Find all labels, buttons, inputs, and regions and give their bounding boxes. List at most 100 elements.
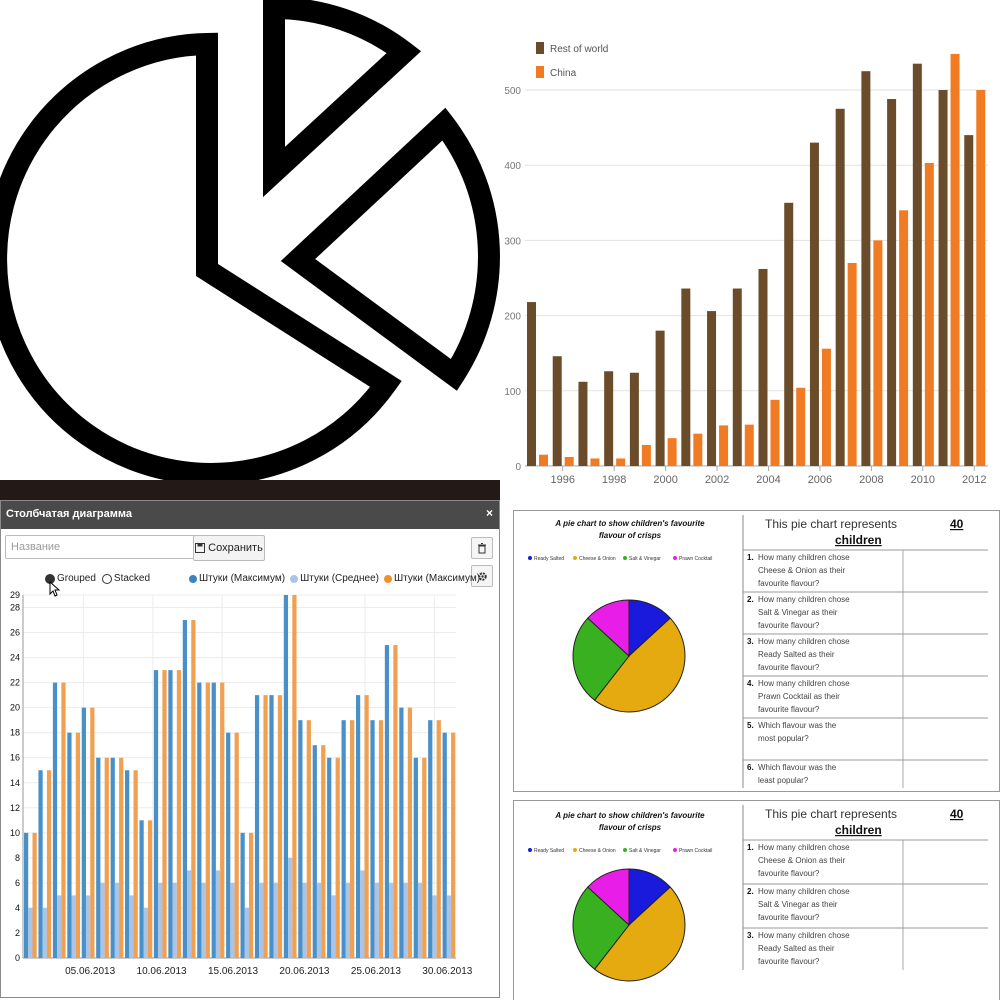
question-number: 1. <box>747 553 754 562</box>
bar-china <box>539 454 548 466</box>
y-tick-label: 29 <box>10 590 20 600</box>
bar-rest-of-world <box>758 268 768 466</box>
bar-china <box>667 438 677 466</box>
pie-legend-swatch <box>623 848 627 852</box>
bar-rest-of-world <box>707 311 717 466</box>
legend-swatch <box>383 574 392 583</box>
close-icon[interactable]: × <box>486 506 493 520</box>
legend-item-max-blue[interactable]: Штуки (Максимум) <box>189 573 285 584</box>
question-text: Prawn Cocktail as their <box>758 692 840 701</box>
bar-max-orange <box>32 832 37 958</box>
x-tick-label: 2000 <box>653 474 677 486</box>
bar-china <box>564 456 574 466</box>
bar-avg <box>288 857 293 958</box>
bar-max-orange <box>46 770 52 958</box>
question-text: Which flavour was the <box>758 721 837 730</box>
bar-avg <box>129 895 134 958</box>
bar-max-blue <box>125 770 130 958</box>
delete-button[interactable] <box>471 537 493 559</box>
bar-avg <box>143 907 148 958</box>
bar-max-orange <box>176 670 182 958</box>
question-text: How many children chose <box>758 843 850 852</box>
question-text: Which flavour was the <box>758 763 837 772</box>
legend-label: Штуки (Максимум) <box>199 573 286 584</box>
bar-rest-of-world <box>578 381 588 466</box>
legend-swatch <box>189 574 197 583</box>
bar-avg <box>331 895 336 958</box>
bar-max-orange <box>436 720 441 958</box>
pie-legend-swatch <box>673 556 677 560</box>
bar-max-blue <box>67 732 72 958</box>
mode-grouped-label: Grouped <box>57 573 96 584</box>
legend-item-avg[interactable]: Штуки (Среднее) <box>290 573 379 584</box>
y-tick-label: 400 <box>504 161 521 172</box>
save-button[interactable]: Сохранить <box>193 535 265 561</box>
bar-max-blue <box>355 695 361 958</box>
worksheet-header-suffix: children <box>835 533 882 547</box>
bar-rest-of-world <box>887 99 897 467</box>
dark-strip <box>0 480 500 500</box>
bar-avg <box>215 870 221 958</box>
question-text: favourite flavour? <box>758 957 820 966</box>
bar-avg <box>172 882 177 958</box>
bar-rest-of-world <box>655 330 665 466</box>
question-text: most popular? <box>758 734 809 743</box>
y-tick-label: 0 <box>15 953 20 963</box>
bar-max-blue <box>428 720 433 958</box>
widget-titlebar[interactable]: Столбчатая диаграмма × <box>1 501 499 529</box>
x-tick-label: 2012 <box>962 474 986 486</box>
save-label: Сохранить <box>208 542 263 554</box>
y-tick-label: 18 <box>10 728 20 738</box>
pie-legend-swatch <box>573 848 577 852</box>
bar-chart-2-svg: 02468101214161820222426282905.06.2013 10.… <box>10 590 473 977</box>
bar-chart-1-svg: 0 100 200 300 400 500 1996 1998 2000 2002 2004 2006… <box>504 42 988 486</box>
bar-avg <box>345 882 351 958</box>
pie-title-line-2: flavour of crisps <box>599 531 662 540</box>
bar-max-blue <box>110 757 115 958</box>
pie-legend-swatch <box>528 848 532 852</box>
bar-max-orange <box>234 732 239 958</box>
mouse-cursor-icon <box>49 581 61 597</box>
bar-max-orange <box>75 732 81 958</box>
x-tick-label: 1998 <box>602 474 626 486</box>
bar-rest-of-world <box>861 71 871 466</box>
bar-avg <box>259 882 264 958</box>
x-tick-label: 2008 <box>859 474 883 486</box>
bar-avg <box>244 907 249 958</box>
question-number: 5. <box>747 721 754 730</box>
bar-china <box>847 262 857 466</box>
bar-max-blue <box>327 757 332 958</box>
widget-panel: Столбчатая диаграмма × Сохранить <box>0 500 500 998</box>
bar-rest-of-world <box>681 288 691 466</box>
y-tick-label: 4 <box>15 903 20 913</box>
bar-rest-of-world <box>964 135 974 466</box>
bar-max-orange <box>263 695 268 958</box>
bar-rest-of-world <box>784 202 794 467</box>
bar-avg <box>432 895 437 958</box>
trash-icon <box>478 542 486 553</box>
bar-rest-of-world <box>552 356 562 466</box>
bar-max-blue <box>182 620 188 958</box>
y-tick-label: 0 <box>515 462 521 473</box>
bar-max-orange <box>407 707 413 958</box>
bar-max-blue <box>96 757 101 958</box>
bar-max-blue <box>413 757 418 958</box>
y-tick-label: 12 <box>10 803 20 813</box>
bar-max-orange <box>350 720 355 958</box>
bar-avg <box>360 870 365 958</box>
y-tick-label: 14 <box>10 778 20 788</box>
bar-max-blue <box>399 707 404 958</box>
bar-max-blue <box>283 595 289 958</box>
pie-legend-label: Ready Salted <box>534 556 564 562</box>
bar-max-orange <box>364 695 369 958</box>
legend-item-max-orange[interactable]: Штуки (Максимум) <box>383 573 480 584</box>
pie-title-line-2: flavour of crisps <box>599 823 662 832</box>
legend-label: Штуки (Среднее) <box>300 573 379 584</box>
bar-avg <box>374 882 379 958</box>
bar-max-blue <box>240 832 245 958</box>
y-tick-label: 16 <box>10 753 20 763</box>
chart-name-input[interactable] <box>5 535 197 559</box>
bar-avg <box>42 907 47 958</box>
pie-legend-label: Ready Salted <box>534 848 564 854</box>
mode-stacked-radio[interactable]: Stacked <box>101 573 150 584</box>
